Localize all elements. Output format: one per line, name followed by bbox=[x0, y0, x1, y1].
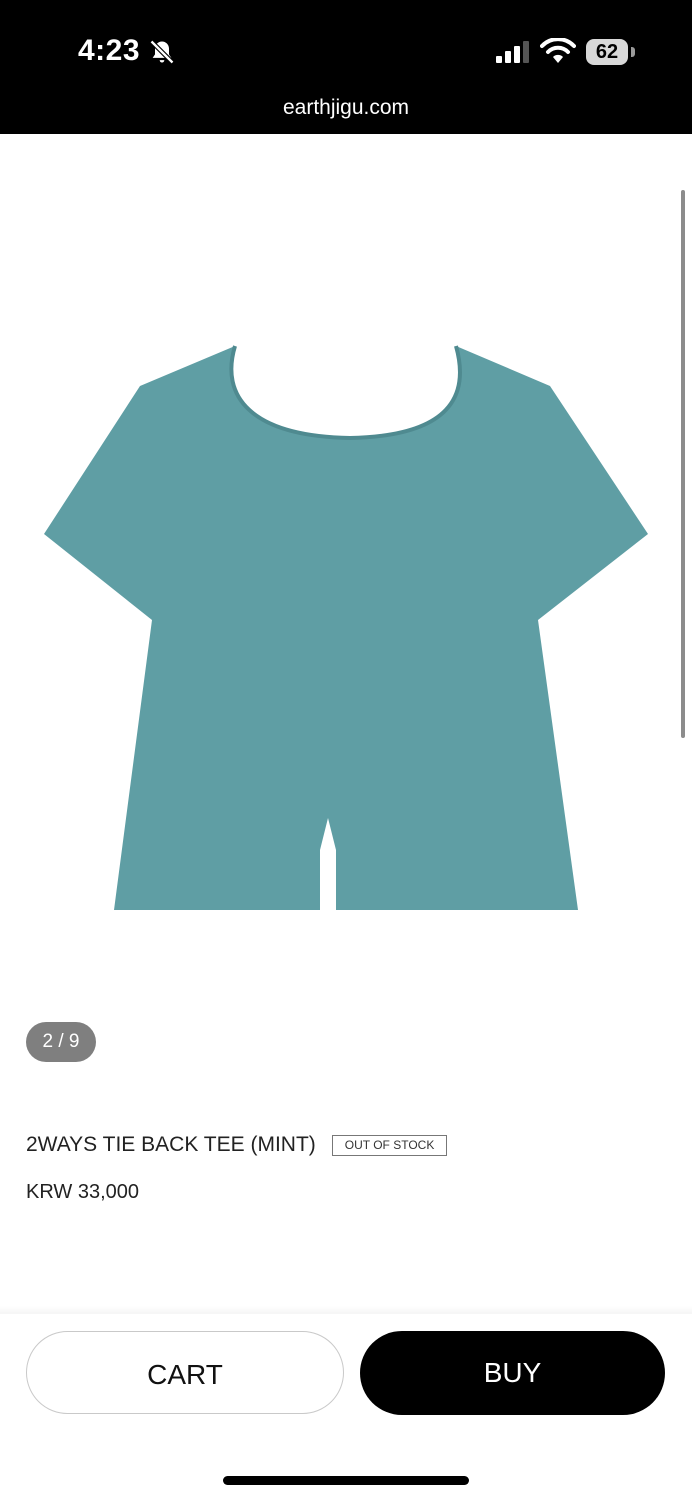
url-bar[interactable]: earthjigu.com bbox=[0, 96, 692, 120]
out-of-stock-badge: OUT OF STOCK bbox=[331, 1134, 448, 1156]
tee-shape bbox=[44, 346, 648, 910]
battery-level: 62 bbox=[595, 41, 619, 63]
wifi-icon bbox=[540, 38, 576, 63]
product-title-row: 2WAYS TIE BACK TEE (MINT) OUT OF STOCK bbox=[26, 1133, 448, 1157]
status-time: 4:23 bbox=[78, 34, 141, 67]
battery-cap bbox=[631, 47, 635, 57]
product-price: KRW 33,000 bbox=[26, 1181, 140, 1203]
bell-muted-icon bbox=[149, 39, 175, 65]
status-bar: 4:23 62 earthjigu.com bbox=[0, 0, 692, 134]
image-counter-badge: 2 / 9 bbox=[26, 1022, 96, 1062]
cellular-signal-icon bbox=[496, 41, 529, 63]
battery-icon: 62 bbox=[586, 39, 628, 65]
buy-button[interactable]: BUY bbox=[360, 1331, 665, 1415]
scrollbar[interactable] bbox=[681, 190, 685, 738]
home-indicator[interactable] bbox=[223, 1476, 469, 1485]
cart-button[interactable]: CART bbox=[26, 1331, 344, 1414]
product-image-tee bbox=[44, 345, 648, 910]
product-title: 2WAYS TIE BACK TEE (MINT) bbox=[26, 1133, 316, 1156]
